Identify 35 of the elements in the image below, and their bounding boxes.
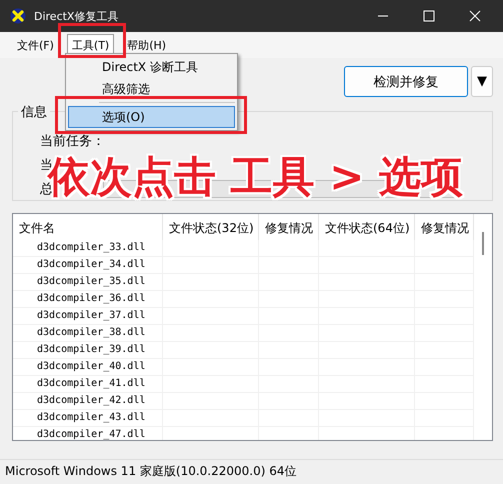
window-title: DirectX修复工具: [34, 8, 118, 24]
column-header[interactable]: 文件名: [13, 214, 163, 240]
menu-item[interactable]: 文件(F): [12, 34, 59, 56]
table-cell: d3dcompiler_35.dll: [13, 274, 163, 291]
table-cell: d3dcompiler_38.dll: [13, 325, 163, 342]
table-cell: d3dcompiler_47.dll: [13, 427, 163, 440]
scrollbar-thumb[interactable]: [482, 232, 484, 255]
table-cell: d3dcompiler_43.dll: [13, 410, 163, 427]
menu-option[interactable]: 选项(O): [68, 106, 235, 128]
column-header[interactable]: 文件状态(64位): [319, 214, 415, 240]
table-cell: d3dcompiler_41.dll: [13, 376, 163, 393]
table-cell: d3dcompiler_40.dll: [13, 359, 163, 376]
app-icon: [10, 8, 26, 24]
menu-option[interactable]: DirectX 诊断工具: [68, 56, 235, 78]
table-cell: d3dcompiler_33.dll: [13, 240, 163, 257]
status-bar: Microsoft Windows 11 家庭版(10.0.22000.0) 64位: [0, 459, 503, 484]
annotation-frame: [58, 23, 126, 58]
menu-item[interactable]: 帮助(H): [122, 34, 172, 56]
close-icon[interactable]: [469, 10, 481, 22]
maximize-icon[interactable]: [423, 10, 435, 22]
column-header[interactable]: 修复情况: [415, 214, 474, 240]
table-cell: [415, 240, 474, 257]
table-cell: d3dcompiler_36.dll: [13, 291, 163, 308]
table-cell: d3dcompiler_42.dll: [13, 393, 163, 410]
group-title: 信息: [18, 103, 50, 121]
detect-repair-button[interactable]: 检测并修复: [344, 66, 468, 97]
table-cell: d3dcompiler_39.dll: [13, 342, 163, 359]
column-header[interactable]: 文件状态(32位): [163, 214, 259, 240]
table-cell: d3dcompiler_34.dll: [13, 257, 163, 274]
dropdown-button[interactable]: ▼: [471, 66, 493, 97]
info-label: 当前任务：: [40, 133, 106, 150]
menu-option[interactable]: 高级筛选: [68, 78, 235, 100]
column-header[interactable]: 修复情况: [259, 214, 319, 240]
table-cell: d3dcompiler_37.dll: [13, 308, 163, 325]
table-cell: [259, 240, 319, 257]
